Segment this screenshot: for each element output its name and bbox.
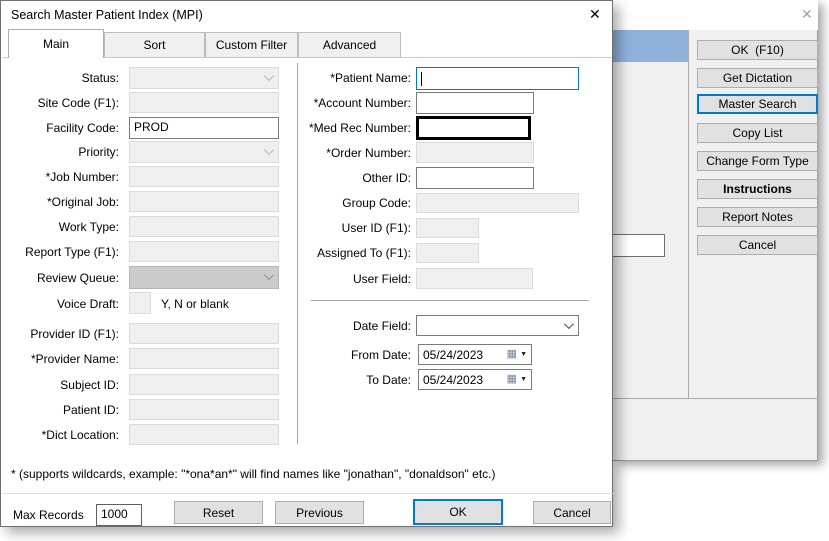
priority-label: Priority: bbox=[78, 145, 119, 159]
date-field-combobox[interactable] bbox=[416, 315, 579, 336]
patient-name-label: *Patient Name: bbox=[330, 71, 411, 85]
med-rec-number-label: *Med Rec Number: bbox=[308, 121, 411, 135]
background-cancel-button[interactable]: Cancel bbox=[697, 235, 818, 255]
report-type-label: Report Type (F1): bbox=[25, 245, 119, 259]
tab-advanced[interactable]: Advanced bbox=[298, 32, 401, 57]
reset-button[interactable]: Reset bbox=[174, 501, 263, 524]
from-date-picker[interactable]: 05/24/2023 ▦ ▼ bbox=[418, 344, 532, 365]
previous-button[interactable]: Previous bbox=[275, 501, 364, 524]
mpi-search-dialog: Search Master Patient Index (MPI) ✕ Main… bbox=[0, 0, 613, 527]
user-field-label: User Field: bbox=[352, 272, 411, 286]
calendar-icon: ▦ bbox=[506, 373, 518, 385]
tab-custom-filter[interactable]: Custom Filter bbox=[205, 32, 298, 57]
dialog-close-icon[interactable]: ✕ bbox=[589, 6, 601, 22]
ok-f10-button[interactable]: OK (F10) bbox=[697, 40, 818, 60]
priority-combobox bbox=[129, 141, 279, 163]
chevron-down-icon bbox=[263, 145, 274, 156]
status-combobox bbox=[129, 67, 279, 89]
date-section-divider bbox=[311, 300, 589, 301]
provider-id-input bbox=[129, 323, 279, 344]
voice-draft-label: Voice Draft: bbox=[56, 297, 119, 311]
date-field-label: Date Field: bbox=[352, 319, 411, 333]
chevron-down-icon bbox=[263, 71, 274, 82]
subject-id-input bbox=[129, 374, 279, 395]
subject-id-label: Subject ID: bbox=[60, 378, 119, 392]
panel-divider-horizontal bbox=[613, 398, 818, 399]
background-window: ✕ OK (F10) Get Dictation Master Search C… bbox=[612, 0, 818, 461]
report-notes-button[interactable]: Report Notes bbox=[697, 207, 818, 227]
dict-location-label: *Dict Location: bbox=[41, 428, 119, 442]
get-dictation-button[interactable]: Get Dictation bbox=[697, 68, 818, 88]
footer-divider bbox=[2, 493, 613, 494]
background-close-icon[interactable]: ✕ bbox=[801, 6, 813, 22]
status-label: Status: bbox=[81, 71, 119, 85]
order-number-input bbox=[416, 142, 534, 163]
max-records-label: Max Records bbox=[13, 508, 84, 522]
calendar-icon: ▦ bbox=[506, 348, 518, 360]
user-id-label: User ID (F1): bbox=[341, 221, 411, 235]
other-id-input[interactable] bbox=[416, 167, 534, 189]
to-date-picker[interactable]: 05/24/2023 ▦ ▼ bbox=[418, 369, 532, 390]
master-search-button[interactable]: Master Search bbox=[697, 94, 818, 114]
to-date-label: To Date: bbox=[366, 373, 411, 387]
chevron-down-icon bbox=[563, 319, 574, 330]
account-number-label: *Account Number: bbox=[313, 96, 411, 110]
original-job-input bbox=[129, 191, 279, 212]
tab-main[interactable]: Main bbox=[8, 29, 104, 58]
user-field-input bbox=[416, 268, 533, 289]
provider-id-label: Provider ID (F1): bbox=[30, 327, 119, 341]
dialog-title: Search Master Patient Index (MPI) bbox=[11, 8, 203, 22]
group-code-input bbox=[416, 193, 579, 213]
user-id-input bbox=[416, 218, 479, 238]
patient-id-label: Patient ID: bbox=[62, 403, 119, 417]
panel-divider-vertical bbox=[688, 30, 689, 398]
voice-draft-input bbox=[129, 292, 151, 314]
change-form-type-button[interactable]: Change Form Type bbox=[697, 151, 818, 171]
background-text-field[interactable] bbox=[612, 234, 665, 257]
order-number-label: *Order Number: bbox=[326, 146, 411, 160]
group-code-label: Group Code: bbox=[342, 196, 411, 210]
facility-code-input[interactable]: PROD bbox=[129, 117, 279, 139]
cancel-button[interactable]: Cancel bbox=[533, 501, 611, 524]
instructions-button[interactable]: Instructions bbox=[697, 179, 818, 199]
job-number-label: *Job Number: bbox=[45, 170, 119, 184]
review-queue-combobox bbox=[129, 266, 279, 289]
assigned-to-input bbox=[416, 243, 479, 263]
site-code-label: Site Code (F1): bbox=[37, 96, 119, 110]
other-id-label: Other ID: bbox=[362, 171, 411, 185]
review-queue-label: Review Queue: bbox=[36, 271, 119, 285]
original-job-label: *Original Job: bbox=[46, 195, 119, 209]
med-rec-number-input[interactable] bbox=[416, 116, 531, 140]
report-type-input bbox=[129, 241, 279, 262]
ok-button[interactable]: OK bbox=[413, 499, 503, 525]
assigned-to-label: Assigned To (F1): bbox=[317, 246, 411, 260]
tab-sort[interactable]: Sort bbox=[104, 32, 205, 57]
provider-name-label: *Provider Name: bbox=[30, 352, 119, 366]
dict-location-input bbox=[129, 424, 279, 445]
facility-code-label: Facility Code: bbox=[46, 121, 119, 135]
screen: ✕ OK (F10) Get Dictation Master Search C… bbox=[0, 0, 829, 541]
work-type-input bbox=[129, 216, 279, 237]
chevron-down-icon bbox=[263, 270, 274, 281]
provider-name-input bbox=[129, 348, 279, 369]
from-date-label: From Date: bbox=[350, 348, 411, 362]
job-number-input bbox=[129, 166, 279, 187]
patient-name-input[interactable] bbox=[416, 67, 579, 90]
background-window-titlebar bbox=[613, 0, 818, 30]
site-code-input bbox=[129, 92, 279, 113]
dropdown-arrow-icon[interactable]: ▼ bbox=[520, 351, 527, 358]
copy-list-button[interactable]: Copy List bbox=[697, 123, 818, 143]
text-caret bbox=[421, 72, 422, 86]
max-records-input[interactable]: 1000 bbox=[96, 504, 142, 526]
wildcard-note: * (supports wildcards, example: "*ona*an… bbox=[11, 467, 496, 481]
dropdown-arrow-icon[interactable]: ▼ bbox=[520, 376, 527, 383]
selected-row-highlight bbox=[613, 30, 688, 62]
work-type-label: Work Type: bbox=[58, 220, 119, 234]
patient-id-input bbox=[129, 399, 279, 420]
voice-draft-hint: Y, N or blank bbox=[161, 297, 229, 311]
account-number-input[interactable] bbox=[416, 92, 534, 114]
